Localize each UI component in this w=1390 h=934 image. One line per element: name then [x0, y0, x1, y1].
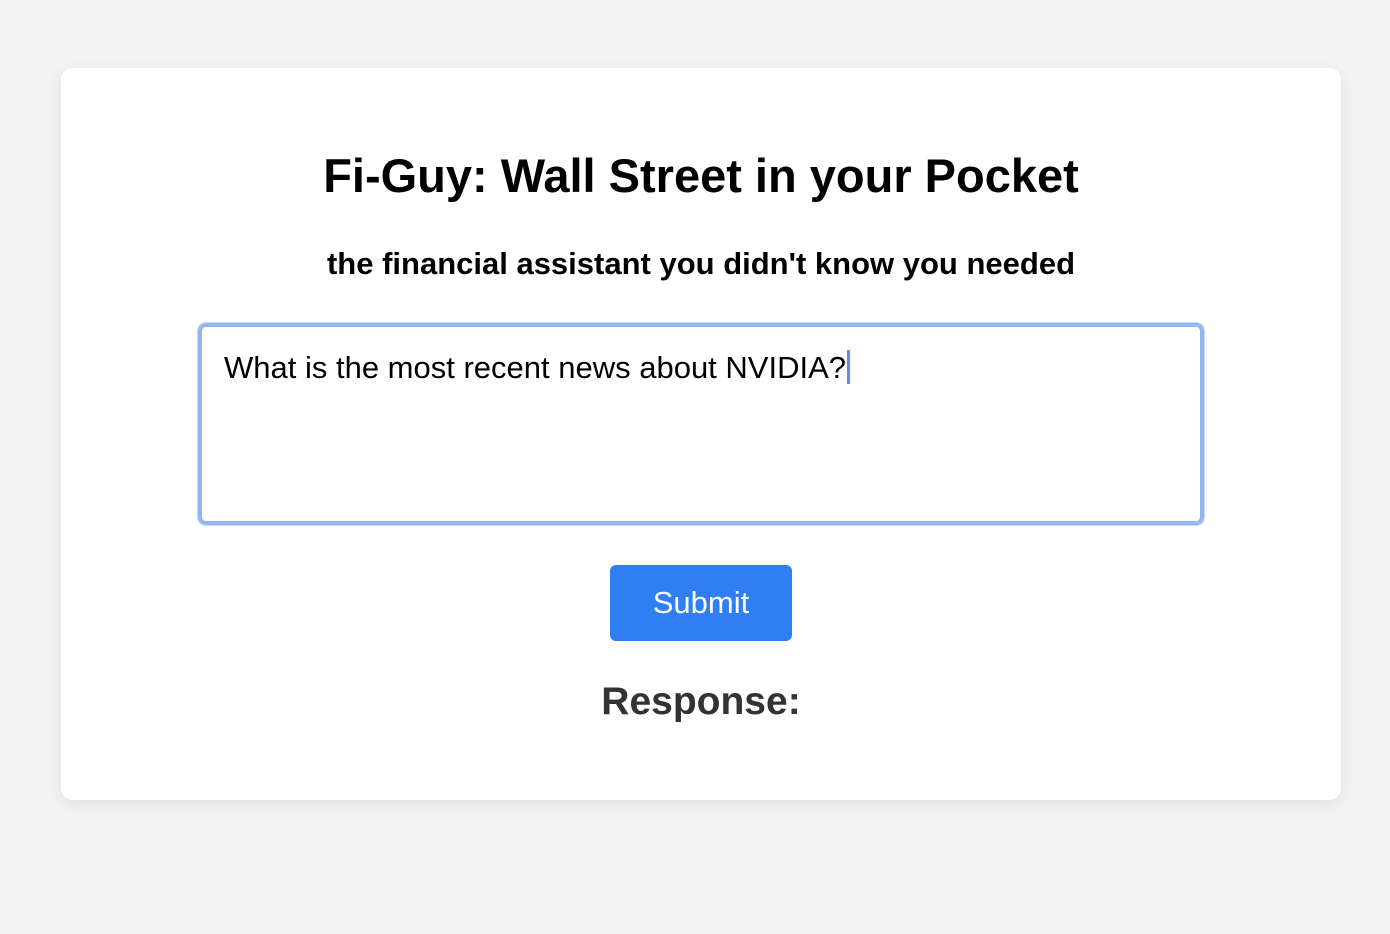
response-heading: Response: — [601, 680, 801, 723]
query-text: What is the most recent news about NVIDI… — [224, 350, 846, 385]
text-cursor — [847, 350, 850, 384]
main-card: Fi-Guy: Wall Street in your Pocket the f… — [61, 68, 1341, 800]
page-title: Fi-Guy: Wall Street in your Pocket — [323, 149, 1079, 202]
page-subtitle: the financial assistant you didn't know … — [326, 246, 1076, 281]
query-textarea[interactable]: What is the most recent news about NVIDI… — [198, 323, 1204, 525]
submit-button[interactable]: Submit — [610, 565, 792, 641]
